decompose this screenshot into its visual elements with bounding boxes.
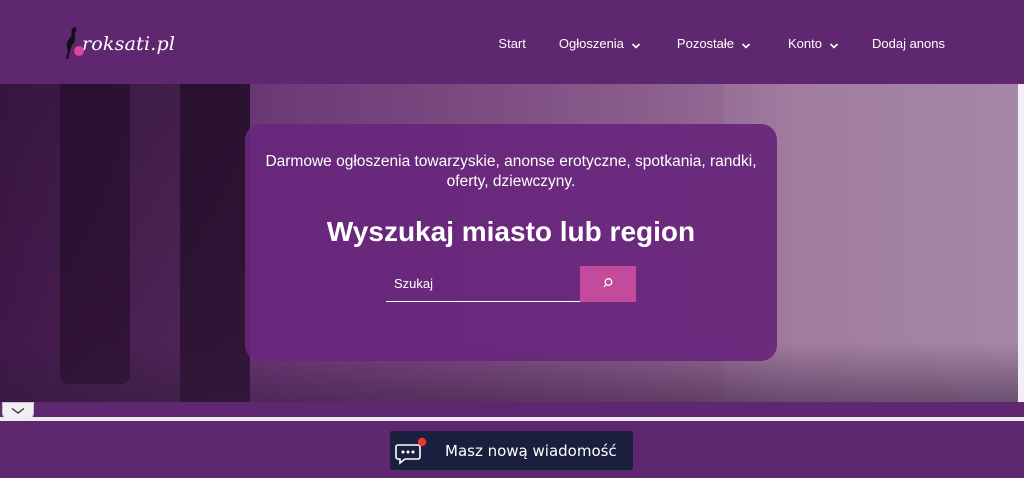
nav-ogloszenia-label: Ogłoszenia <box>558 36 624 51</box>
hero-description: Darmowe ogłoszenia towarzyskie, anonse e… <box>265 153 757 190</box>
notification-text: Masz nową wiadomość <box>445 441 617 460</box>
search-icon <box>602 277 614 292</box>
hero-bottom-strip <box>0 402 1024 417</box>
chevron-down-icon <box>741 39 751 49</box>
hero-background-chair <box>60 84 130 384</box>
site-header: roksati.pl Start Ogłoszenia Pozostałe Ko… <box>0 0 1024 84</box>
nav-pozostale-label: Pozostałe <box>676 36 735 51</box>
search-button[interactable] <box>580 266 636 302</box>
hero-title: Wyszukaj miasto lub region <box>326 216 696 247</box>
nav-konto-label: Konto <box>788 36 822 51</box>
nav-start-label: Start <box>498 36 526 51</box>
hero-section: Darmowe ogłoszenia towarzyskie, anonse e… <box>0 84 1024 402</box>
nav-konto[interactable]: Konto <box>788 36 839 51</box>
nav-dodaj-anons[interactable]: Dodaj anons <box>872 36 945 51</box>
scrollbar-track[interactable] <box>1018 84 1024 402</box>
logo-figure-icon <box>62 25 84 63</box>
chevron-down-icon <box>829 39 839 49</box>
chat-bubble-icon <box>394 436 428 466</box>
nav-ogloszenia[interactable]: Ogłoszenia <box>559 36 641 51</box>
main-nav: Start Ogłoszenia Pozostałe Konto Dodaj a… <box>498 36 945 51</box>
search-input[interactable] <box>386 266 580 302</box>
nav-pozostale[interactable]: Pozostałe <box>677 36 751 51</box>
new-message-notification[interactable]: Masz nową wiadomość <box>390 431 633 470</box>
logo[interactable]: roksati.pl <box>62 24 175 64</box>
logo-text: roksati.pl <box>82 33 176 55</box>
search-form <box>386 266 636 302</box>
search-card: Darmowe ogłoszenia towarzyskie, anonse e… <box>245 124 777 361</box>
chevron-down-icon <box>631 39 641 49</box>
nav-dodaj-anons-label: Dodaj anons <box>872 36 945 51</box>
nav-start[interactable]: Start <box>498 36 525 51</box>
